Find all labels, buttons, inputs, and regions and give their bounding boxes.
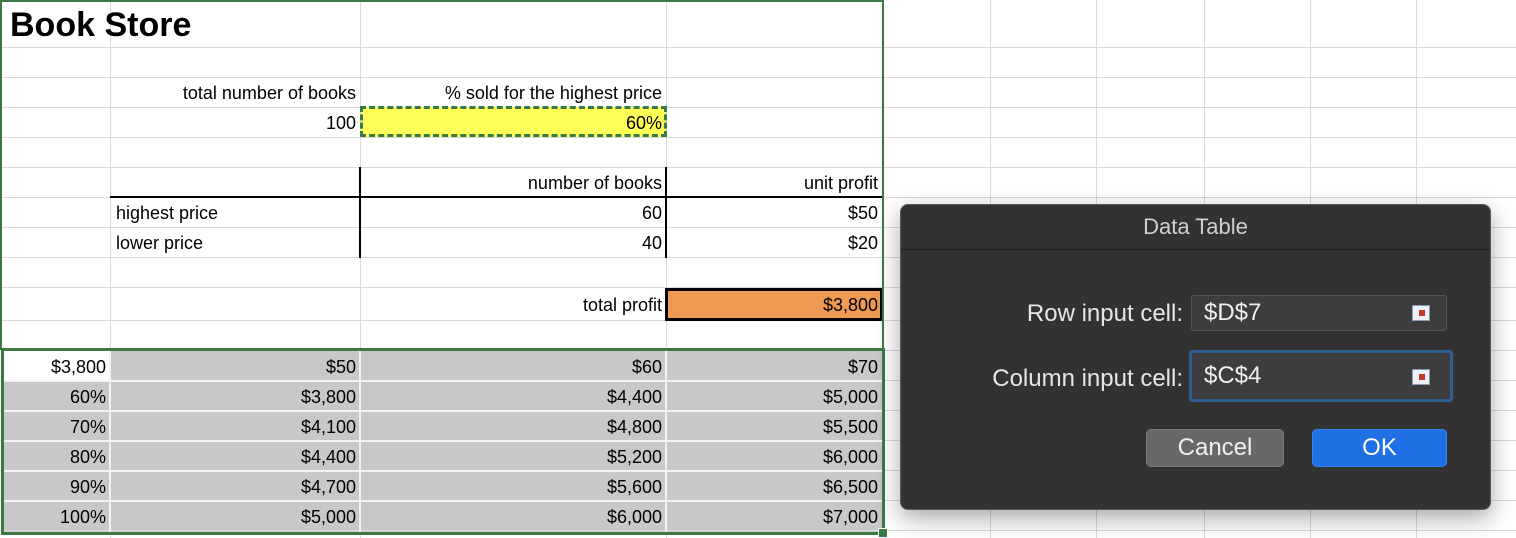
label-total-profit: total profit xyxy=(582,295,662,315)
value-pct-sold[interactable]: 60% xyxy=(362,114,662,132)
table-border-v1 xyxy=(359,167,361,258)
range-picker-icon[interactable] xyxy=(1412,369,1430,385)
active-range-left-border xyxy=(0,0,2,350)
header-number-of-books: number of books xyxy=(527,173,662,193)
cancel-button[interactable]: Cancel xyxy=(1146,429,1284,467)
fill-handle[interactable] xyxy=(878,528,888,538)
value-lower-books[interactable]: 40 xyxy=(362,234,662,252)
active-range-border xyxy=(0,0,884,2)
header-unit-profit: unit profit xyxy=(803,173,878,193)
data-table-dialog[interactable]: Data Table Row input cell: $D$7 Column i… xyxy=(900,204,1491,510)
label-total-books: total number of books xyxy=(182,83,356,103)
row-input-label: Row input cell: xyxy=(1026,300,1183,327)
active-range-right-border xyxy=(882,0,884,350)
value-total-books[interactable]: 100 xyxy=(112,114,356,132)
row-input-field[interactable]: $D$7 xyxy=(1191,295,1447,331)
ok-button[interactable]: OK xyxy=(1312,429,1447,467)
table-border-h xyxy=(110,196,882,198)
value-lower-profit[interactable]: $20 xyxy=(668,234,878,252)
column-input-label: Column input cell: xyxy=(992,365,1183,392)
sheet-title: Book Store xyxy=(10,6,192,44)
dialog-title: Data Table xyxy=(901,205,1490,250)
value-total-profit: $3,800 xyxy=(822,295,878,315)
label-pct-sold: % sold for the highest price xyxy=(444,83,662,103)
table-border-v2 xyxy=(665,167,667,258)
range-picker-icon[interactable] xyxy=(1412,305,1430,321)
value-highest-books[interactable]: 60 xyxy=(362,204,662,222)
label-lower-price: lower price xyxy=(116,233,204,253)
selection-border xyxy=(1,348,885,535)
label-highest-price: highest price xyxy=(116,203,219,223)
value-highest-profit[interactable]: $50 xyxy=(668,204,878,222)
